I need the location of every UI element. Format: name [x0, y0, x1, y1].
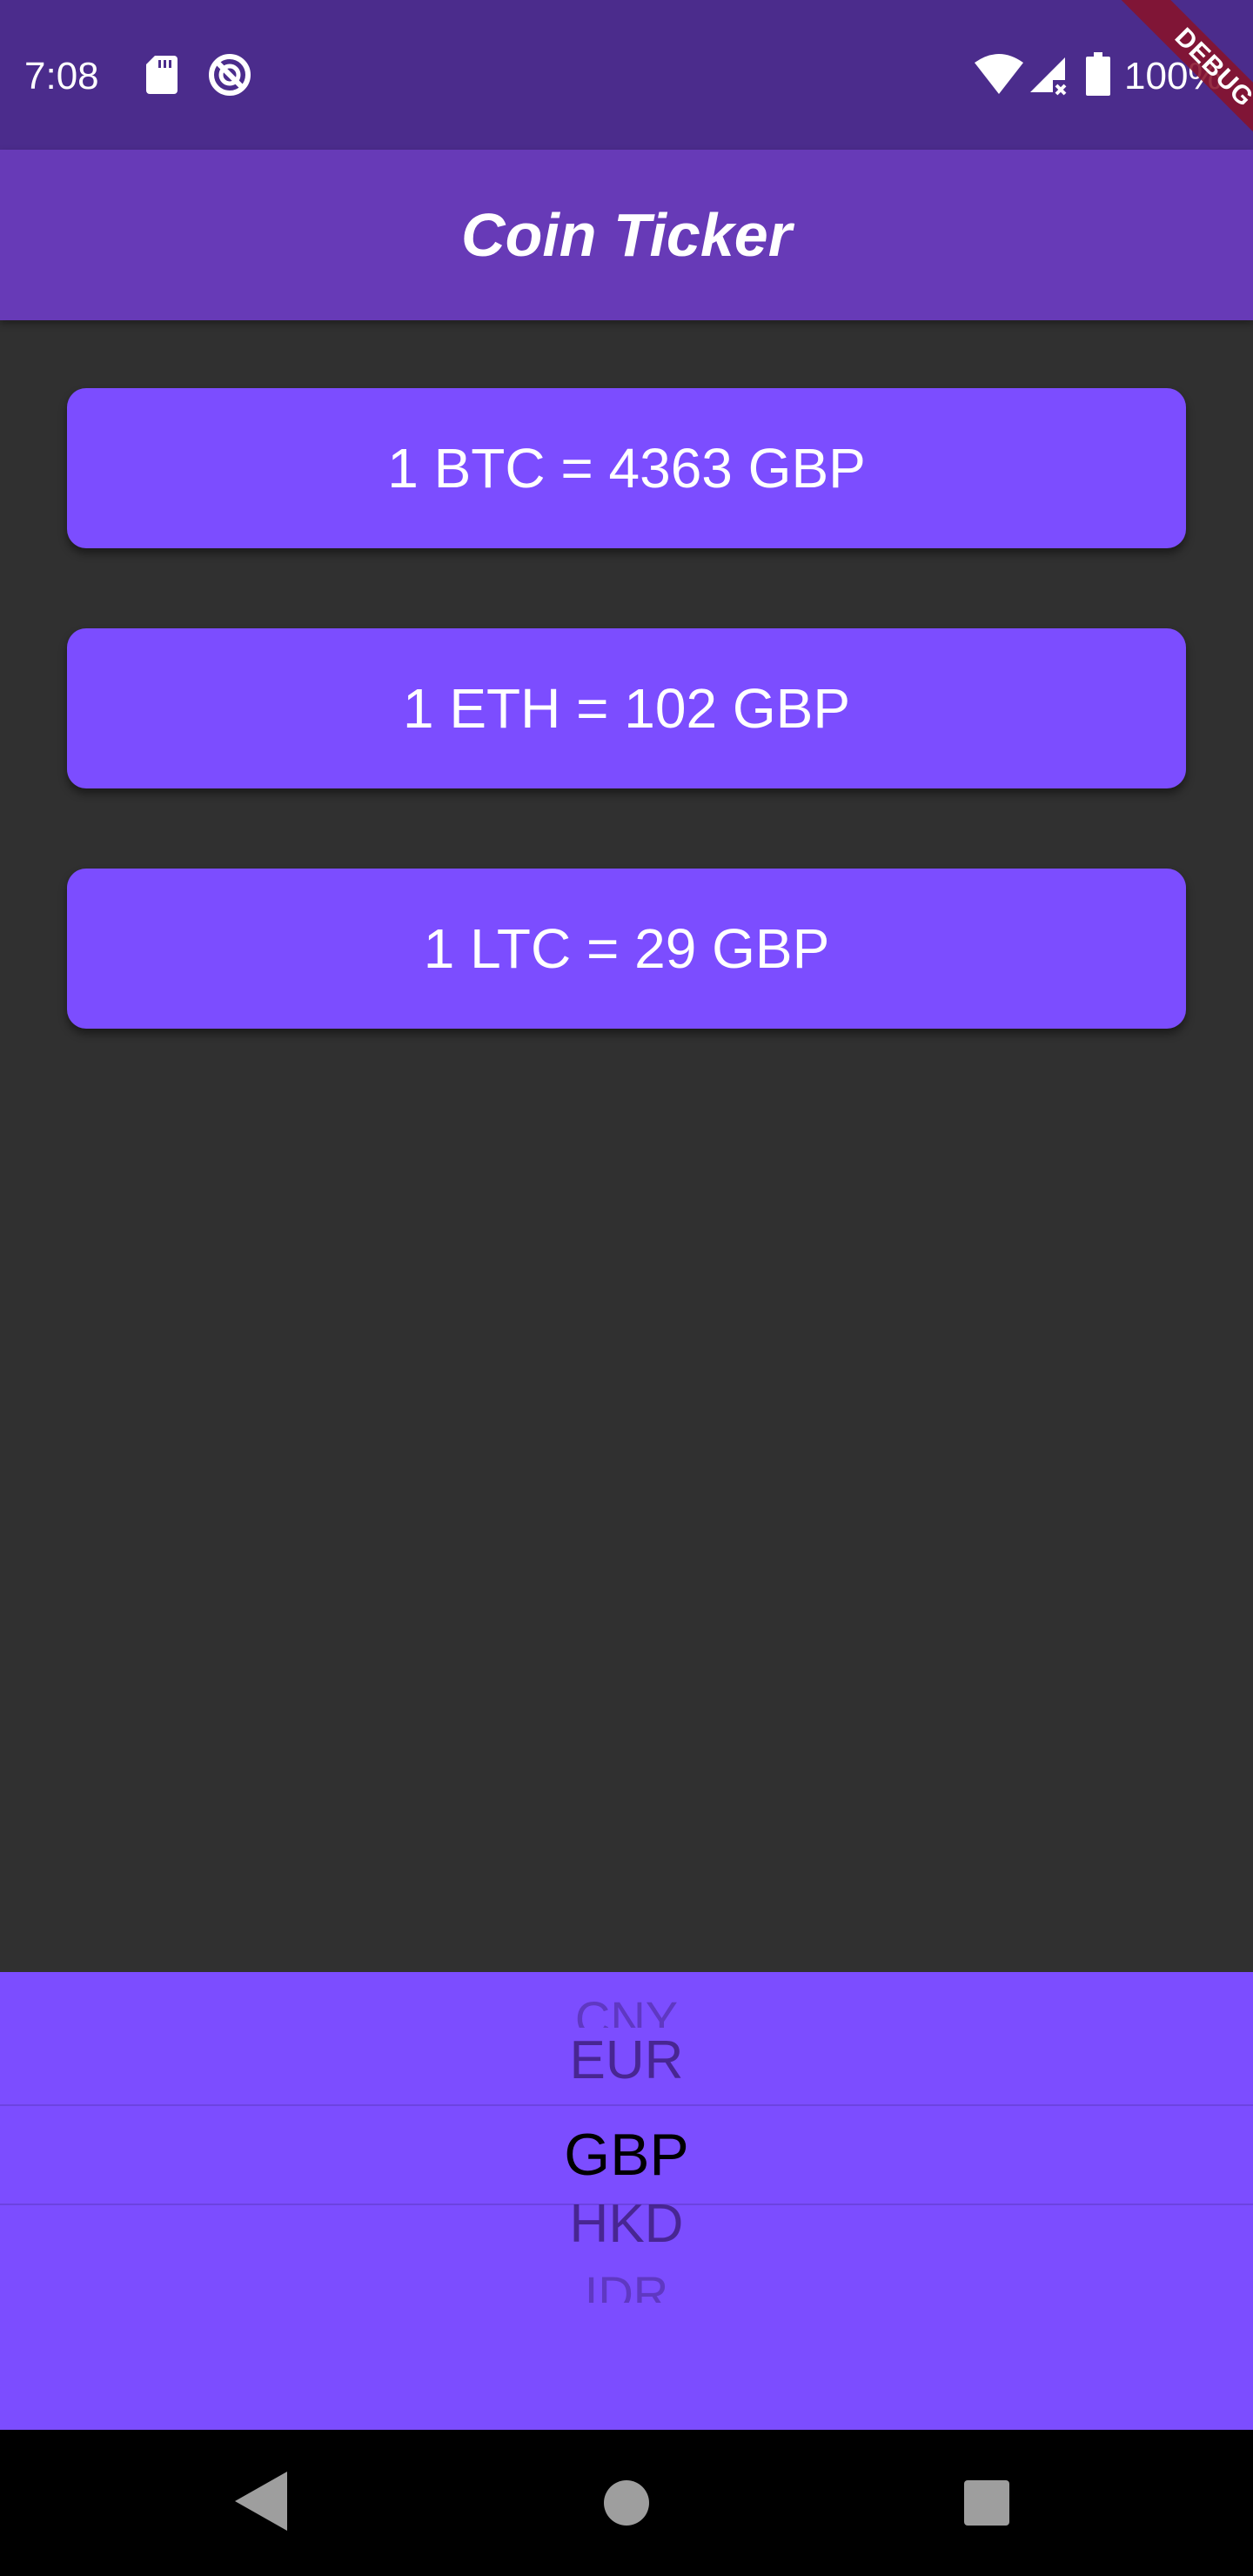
navigation-bar — [0, 2430, 1253, 2576]
battery-icon — [1086, 52, 1110, 96]
sync-off-icon — [209, 54, 251, 96]
signal-icon — [1030, 57, 1067, 96]
picker-item-idr[interactable]: IDR — [0, 2268, 1253, 2303]
sd-card-icon — [146, 56, 178, 94]
picker-item-cny[interactable]: CNY — [0, 1993, 1253, 2028]
rate-text-eth: 1 ETH = 102 GBP — [402, 677, 851, 740]
rate-card-eth: 1 ETH = 102 GBP — [67, 628, 1186, 788]
picker-item-eur[interactable]: EUR — [0, 2026, 1253, 2096]
recents-icon[interactable] — [964, 2480, 1009, 2526]
rate-card-ltc: 1 LTC = 29 GBP — [67, 869, 1186, 1029]
status-time: 7:08 — [24, 55, 99, 97]
rate-text-ltc: 1 LTC = 29 GBP — [423, 917, 830, 980]
currency-picker[interactable]: CNY EUR GBP HKD IDR — [0, 1972, 1253, 2430]
rate-card-btc: 1 BTC = 4363 GBP — [67, 388, 1186, 548]
rate-text-btc: 1 BTC = 4363 GBP — [387, 437, 866, 500]
status-bar: 7:08 100% DEBUG — [0, 0, 1253, 170]
app-bar: Coin Ticker — [0, 150, 1253, 320]
back-icon[interactable] — [235, 2472, 287, 2531]
screen: 7:08 100% DEBUG Coin Ticker 1 BTC = 4363… — [0, 0, 1253, 2576]
app-title: Coin Ticker — [461, 201, 792, 269]
wifi-icon — [975, 54, 1023, 94]
home-icon[interactable] — [604, 2480, 649, 2526]
picker-item-hkd[interactable]: HKD — [0, 2190, 1253, 2259]
